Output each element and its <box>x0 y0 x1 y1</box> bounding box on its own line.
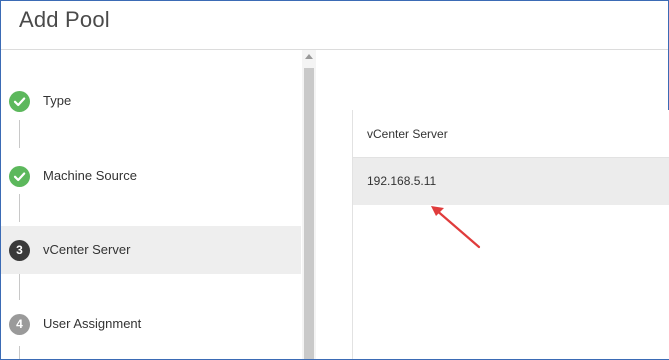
main-content: vCenter Server 192.168.5.11 <box>317 50 669 359</box>
dialog-title-bar: Add Pool <box>1 1 668 50</box>
dialog-title: Add Pool <box>19 7 110 32</box>
sidebar-scrollbar[interactable] <box>302 50 316 359</box>
step-label: User Assignment <box>43 316 142 331</box>
scroll-up-arrow-icon[interactable] <box>305 54 313 59</box>
red-arrow-icon <box>431 206 481 249</box>
grid-column-header[interactable]: vCenter Server <box>353 110 669 158</box>
step-label: vCenter Server <box>43 242 131 257</box>
wizard-step-vcenter-server[interactable]: 3 vCenter Server <box>1 226 301 274</box>
wizard-step-type[interactable]: Type <box>1 77 301 125</box>
step-label: Machine Source <box>43 168 137 183</box>
checkmark-icon <box>9 166 30 187</box>
column-header-label: vCenter Server <box>367 127 448 141</box>
scrollbar-thumb[interactable] <box>304 68 314 359</box>
wizard-steps-sidebar: Type Machine Source 3 vCenter Server 4 U… <box>1 50 316 359</box>
step-label: Type <box>43 93 72 108</box>
step-connector <box>19 272 20 300</box>
vcenter-server-address: 192.168.5.11 <box>367 174 437 188</box>
table-row[interactable]: 192.168.5.11 <box>353 158 669 205</box>
step-number-badge: 4 <box>9 314 30 335</box>
step-number-badge: 3 <box>9 240 30 261</box>
add-pool-dialog: Add Pool Type Machine Source 3 vCenter S… <box>0 0 669 360</box>
vcenter-server-grid: vCenter Server 192.168.5.11 <box>352 110 669 359</box>
wizard-step-machine-source[interactable]: Machine Source <box>1 152 301 200</box>
wizard-step-user-assignment[interactable]: 4 User Assignment <box>1 300 301 348</box>
checkmark-icon <box>9 91 30 112</box>
